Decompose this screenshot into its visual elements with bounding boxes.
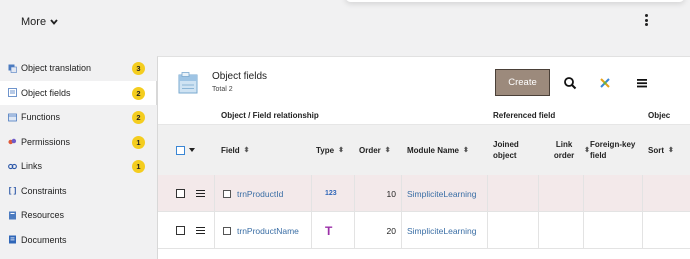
column-field[interactable]: Field ⬍ — [221, 125, 250, 175]
top-bar: More — [0, 0, 690, 48]
module-link[interactable]: SimpliciteLearning — [407, 226, 476, 236]
field-checkbox[interactable] — [223, 226, 231, 235]
row-menu-icon[interactable] — [196, 175, 205, 212]
column-field-label: Field — [221, 145, 240, 155]
sidebar-item-label: Links — [21, 161, 43, 172]
more-menu-button[interactable]: More — [21, 16, 58, 28]
column-sort[interactable]: Sort ⬍ — [648, 125, 674, 175]
table-object-icon — [178, 72, 198, 94]
group-object: Objec — [648, 111, 671, 120]
text-type-icon: T — [325, 223, 333, 238]
sidebar-item-label: Permissions — [21, 136, 71, 147]
sidebar-item-permissions[interactable]: Permissions 1 — [0, 130, 157, 155]
module-link[interactable]: SimpliciteLearning — [407, 189, 476, 199]
select-all-checkbox[interactable] — [176, 145, 185, 155]
order-value: 10 — [386, 188, 396, 199]
column-sort-label: Sort — [648, 145, 664, 155]
chevron-down-icon — [50, 19, 58, 25]
sidebar-item-label: Object translation — [21, 63, 92, 74]
integer-type-icon: 123 — [325, 190, 337, 197]
sidebar-item-label: Documents — [21, 234, 67, 245]
caret-down-icon[interactable] — [189, 148, 195, 152]
sort-icon: ⬍ — [463, 146, 469, 154]
column-group-row: Object / Field relationship Referenced f… — [158, 105, 690, 125]
column-foreign-key-field[interactable]: Foreign-key field — [590, 125, 640, 175]
field-checkbox[interactable] — [223, 189, 231, 198]
column-link-order[interactable]: Link order ⬍ — [548, 125, 590, 175]
functions-icon — [8, 113, 17, 122]
column-module-label: Module Name — [407, 145, 460, 155]
row-checkbox[interactable] — [176, 189, 185, 198]
crosswise-icon[interactable] — [598, 76, 612, 90]
sidebar-item-functions[interactable]: Functions 2 — [0, 105, 157, 130]
field-link[interactable]: trnProductId — [237, 189, 283, 199]
panel-title: Object fields — [212, 71, 268, 82]
links-icon — [8, 162, 17, 171]
create-button[interactable]: Create — [495, 69, 550, 96]
column-link-order-label: Link order — [553, 140, 575, 160]
sidebar-item-label: Functions — [21, 112, 61, 123]
sidebar-item-resources[interactable]: Resources — [0, 203, 157, 228]
sort-icon: ⬍ — [243, 146, 250, 154]
sidebar-item-label: Resources — [21, 210, 65, 221]
group-referenced-field: Referenced field — [493, 111, 556, 120]
sidebar-item-label: Constraints — [21, 185, 67, 196]
select-all[interactable] — [176, 125, 195, 175]
column-order-label: Order — [359, 145, 381, 155]
sidebar: Object translation 3 Object fields 2 Fun… — [0, 56, 157, 252]
sidebar-item-object-fields[interactable]: Object fields 2 — [0, 80, 157, 105]
column-module-name[interactable]: Module Name ⬍ — [407, 125, 469, 175]
sidebar-item-links[interactable]: Links 1 — [0, 154, 157, 179]
row-menu-icon[interactable] — [196, 212, 205, 249]
more-label: More — [21, 16, 47, 28]
count-badge: 2 — [132, 111, 145, 124]
sort-icon: ⬍ — [668, 146, 674, 154]
kebab-menu-icon[interactable] — [641, 14, 651, 28]
top-card — [345, 0, 685, 2]
sort-icon: ⬍ — [338, 146, 344, 154]
permissions-icon — [8, 137, 17, 146]
documents-icon — [8, 235, 17, 244]
sidebar-item-object-translation[interactable]: Object translation 3 — [0, 56, 157, 81]
sort-icon: ⬍ — [384, 146, 391, 154]
object-fields-panel: Object fields Total 2 Create Object / Fi… — [157, 56, 690, 259]
constraints-icon: [ ] — [8, 186, 17, 196]
row-checkbox[interactable] — [176, 226, 185, 235]
order-value: 20 — [386, 225, 396, 236]
record-count: Total 2 — [212, 86, 233, 93]
column-type[interactable]: Type ⬍ — [316, 125, 344, 175]
sidebar-item-label: Object fields — [21, 87, 71, 98]
resources-icon — [8, 211, 17, 220]
sidebar-item-constraints[interactable]: [ ] Constraints — [0, 179, 157, 204]
count-badge: 2 — [132, 86, 145, 100]
column-order[interactable]: Order ⬍ — [359, 125, 391, 175]
sidebar-item-documents[interactable]: Documents — [0, 228, 157, 253]
search-icon[interactable] — [563, 76, 577, 90]
hamburger-menu-icon[interactable] — [635, 76, 649, 90]
column-type-label: Type — [316, 145, 335, 155]
count-badge: 3 — [132, 62, 145, 75]
column-joined-label: Joined object — [493, 140, 519, 160]
table-row[interactable]: trnProductName T 20 SimpliciteLearning — [158, 212, 690, 249]
column-foreign-key-label: Foreign-key field — [590, 140, 636, 160]
group-object-field: Object / Field relationship — [221, 111, 319, 120]
count-badge: 1 — [132, 160, 145, 173]
table-row[interactable]: trnProductId 123 10 SimpliciteLearning — [158, 175, 690, 212]
table-header: Field ⬍ Type ⬍ Order ⬍ Module Name ⬍ Joined … — [158, 125, 690, 175]
translate-icon — [8, 64, 17, 73]
count-badge: 1 — [132, 135, 145, 149]
column-joined-object[interactable]: Joined object — [493, 125, 535, 175]
list-icon — [8, 88, 17, 98]
field-link[interactable]: trnProductName — [237, 226, 299, 236]
